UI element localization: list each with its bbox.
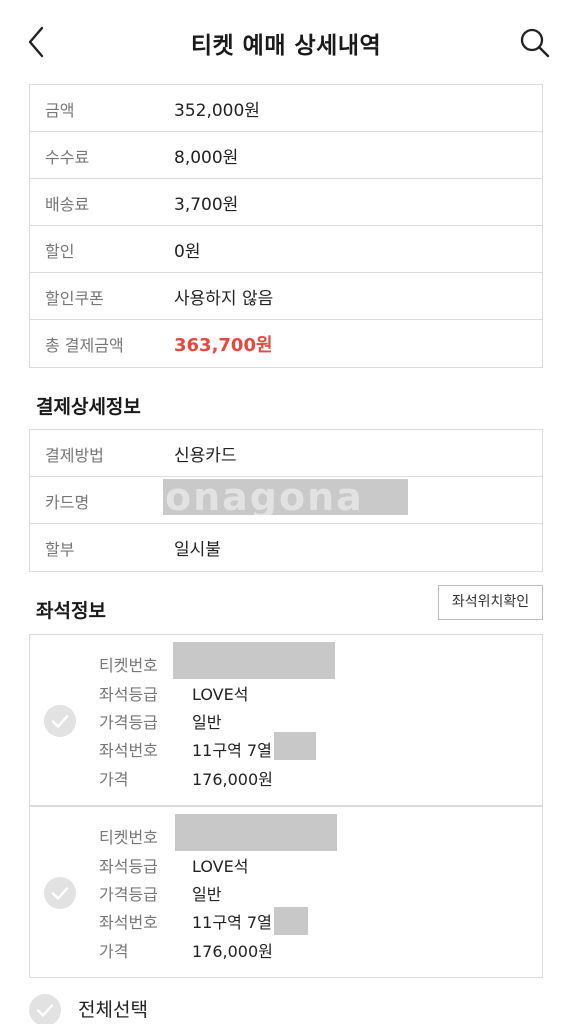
app-header: 티켓 예매 상세내역 xyxy=(0,0,572,84)
ticket-number-redacted xyxy=(173,642,335,679)
price-label: 가격 xyxy=(99,942,129,961)
ticket-select-checkbox[interactable] xyxy=(44,877,76,909)
check-icon xyxy=(36,1004,54,1017)
ticket-card: 티켓번호 좌석등급 LOVE석 가격등급 일반 좌석번호 11구역 7열 가격 … xyxy=(29,806,543,978)
seat-number-value: 11구역 7열 xyxy=(192,913,272,932)
check-icon xyxy=(51,887,69,900)
amount-value: 352,000원 xyxy=(174,101,260,121)
page-title: 티켓 예매 상세내역 xyxy=(190,33,382,59)
search-icon xyxy=(520,28,550,58)
discount-value: 0원 xyxy=(174,242,201,262)
seat-number-redacted xyxy=(274,907,308,935)
table-row: 카드명 onagona xyxy=(30,477,542,524)
table-row: 할인쿠폰 사용하지 않음 xyxy=(30,273,542,320)
table-row: 배송료 3,700원 xyxy=(30,179,542,226)
payment-summary-table: 금액 352,000원 수수료 8,000원 배송료 3,700원 할인 0원 … xyxy=(29,84,543,368)
price-grade-label: 가격등급 xyxy=(99,885,158,904)
table-row: 할부 일시불 xyxy=(30,524,542,571)
fee-label: 수수료 xyxy=(45,148,90,167)
seat-number-label: 좌석번호 xyxy=(99,741,158,760)
shipping-value: 3,700원 xyxy=(174,195,239,215)
table-row: 수수료 8,000원 xyxy=(30,132,542,179)
amount-label: 금액 xyxy=(45,101,75,120)
select-all-checkbox[interactable] xyxy=(29,994,61,1024)
seat-number-value: 11구역 7열 xyxy=(192,741,272,760)
discount-label: 할인 xyxy=(45,242,75,261)
table-row: 금액 352,000원 xyxy=(30,85,542,132)
payment-detail-title: 결제상세정보 xyxy=(36,396,141,418)
price-grade-value: 일반 xyxy=(192,885,222,904)
card-name-redacted: onagona xyxy=(163,479,408,515)
search-button[interactable] xyxy=(518,26,552,60)
price-value: 176,000원 xyxy=(192,770,273,789)
ticket-select-checkbox[interactable] xyxy=(44,705,76,737)
ticket-number-label: 티켓번호 xyxy=(99,828,158,847)
coupon-value: 사용하지 않음 xyxy=(174,289,274,309)
seat-number-redacted xyxy=(274,732,316,760)
seat-grade-label: 좌석등급 xyxy=(99,857,158,876)
seat-number-label: 좌석번호 xyxy=(99,913,158,932)
price-grade-label: 가격등급 xyxy=(99,713,158,732)
seat-info-title: 좌석정보 xyxy=(36,600,106,622)
table-row: 할인 0원 xyxy=(30,226,542,273)
total-value: 363,700원 xyxy=(174,335,273,356)
shipping-label: 배송료 xyxy=(45,195,90,214)
price-value: 176,000원 xyxy=(192,942,273,961)
table-row: 총 결제금액 363,700원 xyxy=(30,320,542,367)
ticket-number-label: 티켓번호 xyxy=(99,656,158,675)
seat-grade-label: 좌석등급 xyxy=(99,685,158,704)
seat-grade-value: LOVE석 xyxy=(192,857,249,876)
select-all-label: 전체선택 xyxy=(78,999,148,1021)
installment-value: 일시불 xyxy=(174,540,221,560)
card-name-label: 카드명 xyxy=(45,493,90,512)
payment-detail-table: 결제방법 신용카드 카드명 onagona 할부 일시불 xyxy=(29,429,543,572)
installment-label: 할부 xyxy=(45,540,75,559)
total-label: 총 결제금액 xyxy=(45,336,124,355)
price-grade-value: 일반 xyxy=(192,713,222,732)
check-icon xyxy=(51,715,69,728)
payment-method-value: 신용카드 xyxy=(174,446,237,466)
payment-method-label: 결제방법 xyxy=(45,446,104,465)
fee-value: 8,000원 xyxy=(174,148,239,168)
ticket-number-redacted xyxy=(175,814,337,851)
table-row: 결제방법 신용카드 xyxy=(30,430,542,477)
ticket-card: 티켓번호 좌석등급 LOVE석 가격등급 일반 좌석번호 11구역 7열 가격 … xyxy=(29,634,543,806)
select-all-toggle[interactable]: 전체선택 xyxy=(29,992,269,1024)
check-seat-location-button[interactable]: 좌석위치확인 xyxy=(438,585,543,620)
coupon-label: 할인쿠폰 xyxy=(45,289,104,308)
price-label: 가격 xyxy=(99,770,129,789)
seat-grade-value: LOVE석 xyxy=(192,685,249,704)
